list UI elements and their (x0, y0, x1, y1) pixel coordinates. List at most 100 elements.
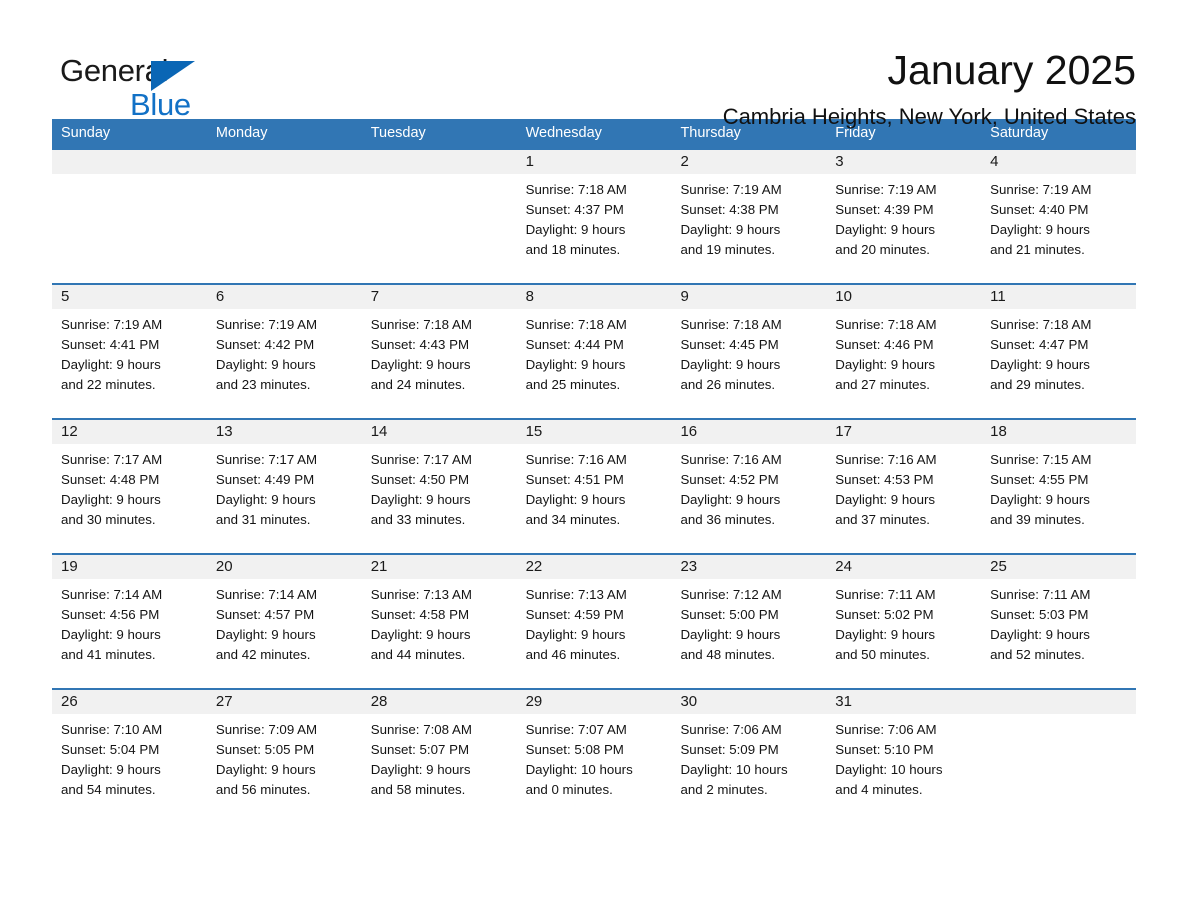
generalblue-logo[interactable]: General Blue (52, 44, 242, 122)
weekday-header-tuesday: Tuesday (370, 125, 426, 141)
day-cell[interactable]: 2 Sunrise: 7:19 AM Sunset: 4:38 PM Dayli… (671, 150, 827, 283)
calendar-grid: Sunday Monday Tuesday Wednesday Thursday… (52, 119, 1137, 823)
day-details: Sunrise: 7:19 AM Sunset: 4:39 PM Dayligh… (835, 182, 937, 257)
day-details: Sunrise: 7:14 AM Sunset: 4:56 PM Dayligh… (61, 587, 163, 662)
day-number: 20 (206, 555, 362, 579)
day-cell[interactable]: 23 Sunrise: 7:12 AM Sunset: 5:00 PM Dayl… (671, 555, 827, 688)
day-details: Sunrise: 7:17 AM Sunset: 4:48 PM Dayligh… (61, 452, 163, 527)
day-cell[interactable]: 28 Sunrise: 7:08 AM Sunset: 5:07 PM Dayl… (361, 690, 517, 823)
week-row: 1 Sunrise: 7:18 AM Sunset: 4:37 PM Dayli… (52, 148, 1137, 283)
day-details: Sunrise: 7:16 AM Sunset: 4:53 PM Dayligh… (835, 452, 937, 527)
day-number: 1 (516, 150, 672, 174)
page-title: January 2025 (887, 47, 1136, 93)
day-details: Sunrise: 7:08 AM Sunset: 5:07 PM Dayligh… (370, 722, 472, 797)
day-number: 27 (206, 690, 362, 714)
day-number: 21 (361, 555, 517, 579)
day-details (362, 174, 517, 180)
day-cell[interactable]: 10 Sunrise: 7:18 AM Sunset: 4:46 PM Dayl… (826, 285, 982, 418)
day-cell[interactable]: 9 Sunrise: 7:18 AM Sunset: 4:45 PM Dayli… (671, 285, 827, 418)
week-row: 26 Sunrise: 7:10 AM Sunset: 5:04 PM Dayl… (52, 688, 1137, 823)
day-cell[interactable]: 16 Sunrise: 7:16 AM Sunset: 4:52 PM Dayl… (671, 420, 827, 553)
day-number: 11 (981, 285, 1137, 309)
day-details (981, 714, 1136, 720)
day-details: Sunrise: 7:14 AM Sunset: 4:57 PM Dayligh… (215, 587, 318, 662)
day-number: 30 (671, 690, 827, 714)
day-number: 29 (516, 690, 672, 714)
day-details: Sunrise: 7:18 AM Sunset: 4:47 PM Dayligh… (990, 317, 1092, 392)
day-number (981, 690, 1137, 714)
day-cell[interactable]: 4 Sunrise: 7:19 AM Sunset: 4:40 PM Dayli… (981, 150, 1137, 283)
week-row: 12 Sunrise: 7:17 AM Sunset: 4:48 PM Dayl… (52, 418, 1137, 553)
day-details: Sunrise: 7:19 AM Sunset: 4:40 PM Dayligh… (990, 182, 1092, 257)
logo-text-blue: Blue (130, 87, 191, 122)
day-cell[interactable]: 7 Sunrise: 7:18 AM Sunset: 4:43 PM Dayli… (361, 285, 517, 418)
day-cell (981, 690, 1137, 823)
day-details: Sunrise: 7:07 AM Sunset: 5:08 PM Dayligh… (525, 722, 633, 797)
day-details: Sunrise: 7:19 AM Sunset: 4:38 PM Dayligh… (680, 182, 782, 257)
day-cell[interactable]: 19 Sunrise: 7:14 AM Sunset: 4:56 PM Dayl… (52, 555, 207, 688)
day-number: 4 (981, 150, 1137, 174)
day-cell[interactable]: 8 Sunrise: 7:18 AM Sunset: 4:44 PM Dayli… (516, 285, 672, 418)
day-cell[interactable]: 18 Sunrise: 7:15 AM Sunset: 4:55 PM Dayl… (981, 420, 1137, 553)
day-details: Sunrise: 7:09 AM Sunset: 5:05 PM Dayligh… (215, 722, 318, 797)
day-cell[interactable]: 25 Sunrise: 7:11 AM Sunset: 5:03 PM Dayl… (981, 555, 1137, 688)
day-number: 16 (671, 420, 827, 444)
day-cell[interactable]: 11 Sunrise: 7:18 AM Sunset: 4:47 PM Dayl… (981, 285, 1137, 418)
day-cell (206, 150, 362, 283)
day-details: Sunrise: 7:18 AM Sunset: 4:37 PM Dayligh… (525, 182, 627, 257)
day-cell[interactable]: 14 Sunrise: 7:17 AM Sunset: 4:50 PM Dayl… (361, 420, 517, 553)
day-cell[interactable]: 31 Sunrise: 7:06 AM Sunset: 5:10 PM Dayl… (826, 690, 982, 823)
day-cell[interactable]: 22 Sunrise: 7:13 AM Sunset: 4:59 PM Dayl… (516, 555, 672, 688)
day-cell[interactable]: 15 Sunrise: 7:16 AM Sunset: 4:51 PM Dayl… (516, 420, 672, 553)
day-cell[interactable]: 17 Sunrise: 7:16 AM Sunset: 4:53 PM Dayl… (826, 420, 982, 553)
day-cell[interactable]: 12 Sunrise: 7:17 AM Sunset: 4:48 PM Dayl… (52, 420, 207, 553)
day-number: 17 (826, 420, 982, 444)
day-details: Sunrise: 7:15 AM Sunset: 4:55 PM Dayligh… (990, 452, 1092, 527)
day-number: 18 (981, 420, 1137, 444)
day-cell[interactable]: 5 Sunrise: 7:19 AM Sunset: 4:41 PM Dayli… (52, 285, 207, 418)
page-header: General Blue January 2025 Cambria Height… (52, 0, 1136, 129)
day-cell[interactable]: 24 Sunrise: 7:11 AM Sunset: 5:02 PM Dayl… (826, 555, 982, 688)
weekday-header-row: Sunday Monday Tuesday Wednesday Thursday… (52, 119, 1136, 148)
day-number: 9 (671, 285, 827, 309)
day-number: 6 (206, 285, 362, 309)
weekday-header-monday: Monday (215, 125, 268, 141)
day-details: Sunrise: 7:18 AM Sunset: 4:43 PM Dayligh… (370, 317, 472, 392)
day-number (206, 150, 362, 174)
day-details: Sunrise: 7:11 AM Sunset: 5:02 PM Dayligh… (835, 587, 936, 662)
day-number: 3 (826, 150, 982, 174)
weekday-header-friday: Friday (835, 125, 876, 141)
week-row: 5 Sunrise: 7:19 AM Sunset: 4:41 PM Dayli… (52, 283, 1137, 418)
day-number: 7 (361, 285, 517, 309)
day-cell[interactable]: 3 Sunrise: 7:19 AM Sunset: 4:39 PM Dayli… (826, 150, 982, 283)
day-cell[interactable]: 20 Sunrise: 7:14 AM Sunset: 4:57 PM Dayl… (206, 555, 362, 688)
day-cell[interactable]: 21 Sunrise: 7:13 AM Sunset: 4:58 PM Dayl… (361, 555, 517, 688)
day-number: 23 (671, 555, 827, 579)
day-cell[interactable]: 27 Sunrise: 7:09 AM Sunset: 5:05 PM Dayl… (206, 690, 362, 823)
day-number: 5 (52, 285, 207, 309)
day-number: 10 (826, 285, 982, 309)
day-cell[interactable]: 29 Sunrise: 7:07 AM Sunset: 5:08 PM Dayl… (516, 690, 672, 823)
day-details: Sunrise: 7:13 AM Sunset: 4:59 PM Dayligh… (525, 587, 627, 662)
day-number: 22 (516, 555, 672, 579)
day-cell[interactable]: 1 Sunrise: 7:18 AM Sunset: 4:37 PM Dayli… (516, 150, 672, 283)
day-details: Sunrise: 7:19 AM Sunset: 4:41 PM Dayligh… (61, 317, 163, 392)
day-cell[interactable]: 26 Sunrise: 7:10 AM Sunset: 5:04 PM Dayl… (52, 690, 207, 823)
day-number: 31 (826, 690, 982, 714)
weekday-header-thursday: Thursday (680, 125, 741, 141)
day-details: Sunrise: 7:18 AM Sunset: 4:46 PM Dayligh… (835, 317, 937, 392)
day-number: 24 (826, 555, 982, 579)
day-number: 26 (52, 690, 207, 714)
day-details: Sunrise: 7:18 AM Sunset: 4:44 PM Dayligh… (525, 317, 627, 392)
day-details: Sunrise: 7:13 AM Sunset: 4:58 PM Dayligh… (370, 587, 472, 662)
day-number (52, 150, 207, 174)
day-cell (52, 150, 207, 283)
day-details: Sunrise: 7:11 AM Sunset: 5:03 PM Dayligh… (990, 587, 1091, 662)
day-details: Sunrise: 7:17 AM Sunset: 4:50 PM Dayligh… (370, 452, 472, 527)
day-cell[interactable]: 13 Sunrise: 7:17 AM Sunset: 4:49 PM Dayl… (206, 420, 362, 553)
day-details: Sunrise: 7:06 AM Sunset: 5:09 PM Dayligh… (680, 722, 788, 797)
day-cell[interactable]: 6 Sunrise: 7:19 AM Sunset: 4:42 PM Dayli… (206, 285, 362, 418)
day-cell[interactable]: 30 Sunrise: 7:06 AM Sunset: 5:09 PM Dayl… (671, 690, 827, 823)
day-details: Sunrise: 7:16 AM Sunset: 4:52 PM Dayligh… (680, 452, 782, 527)
day-details: Sunrise: 7:18 AM Sunset: 4:45 PM Dayligh… (680, 317, 782, 392)
